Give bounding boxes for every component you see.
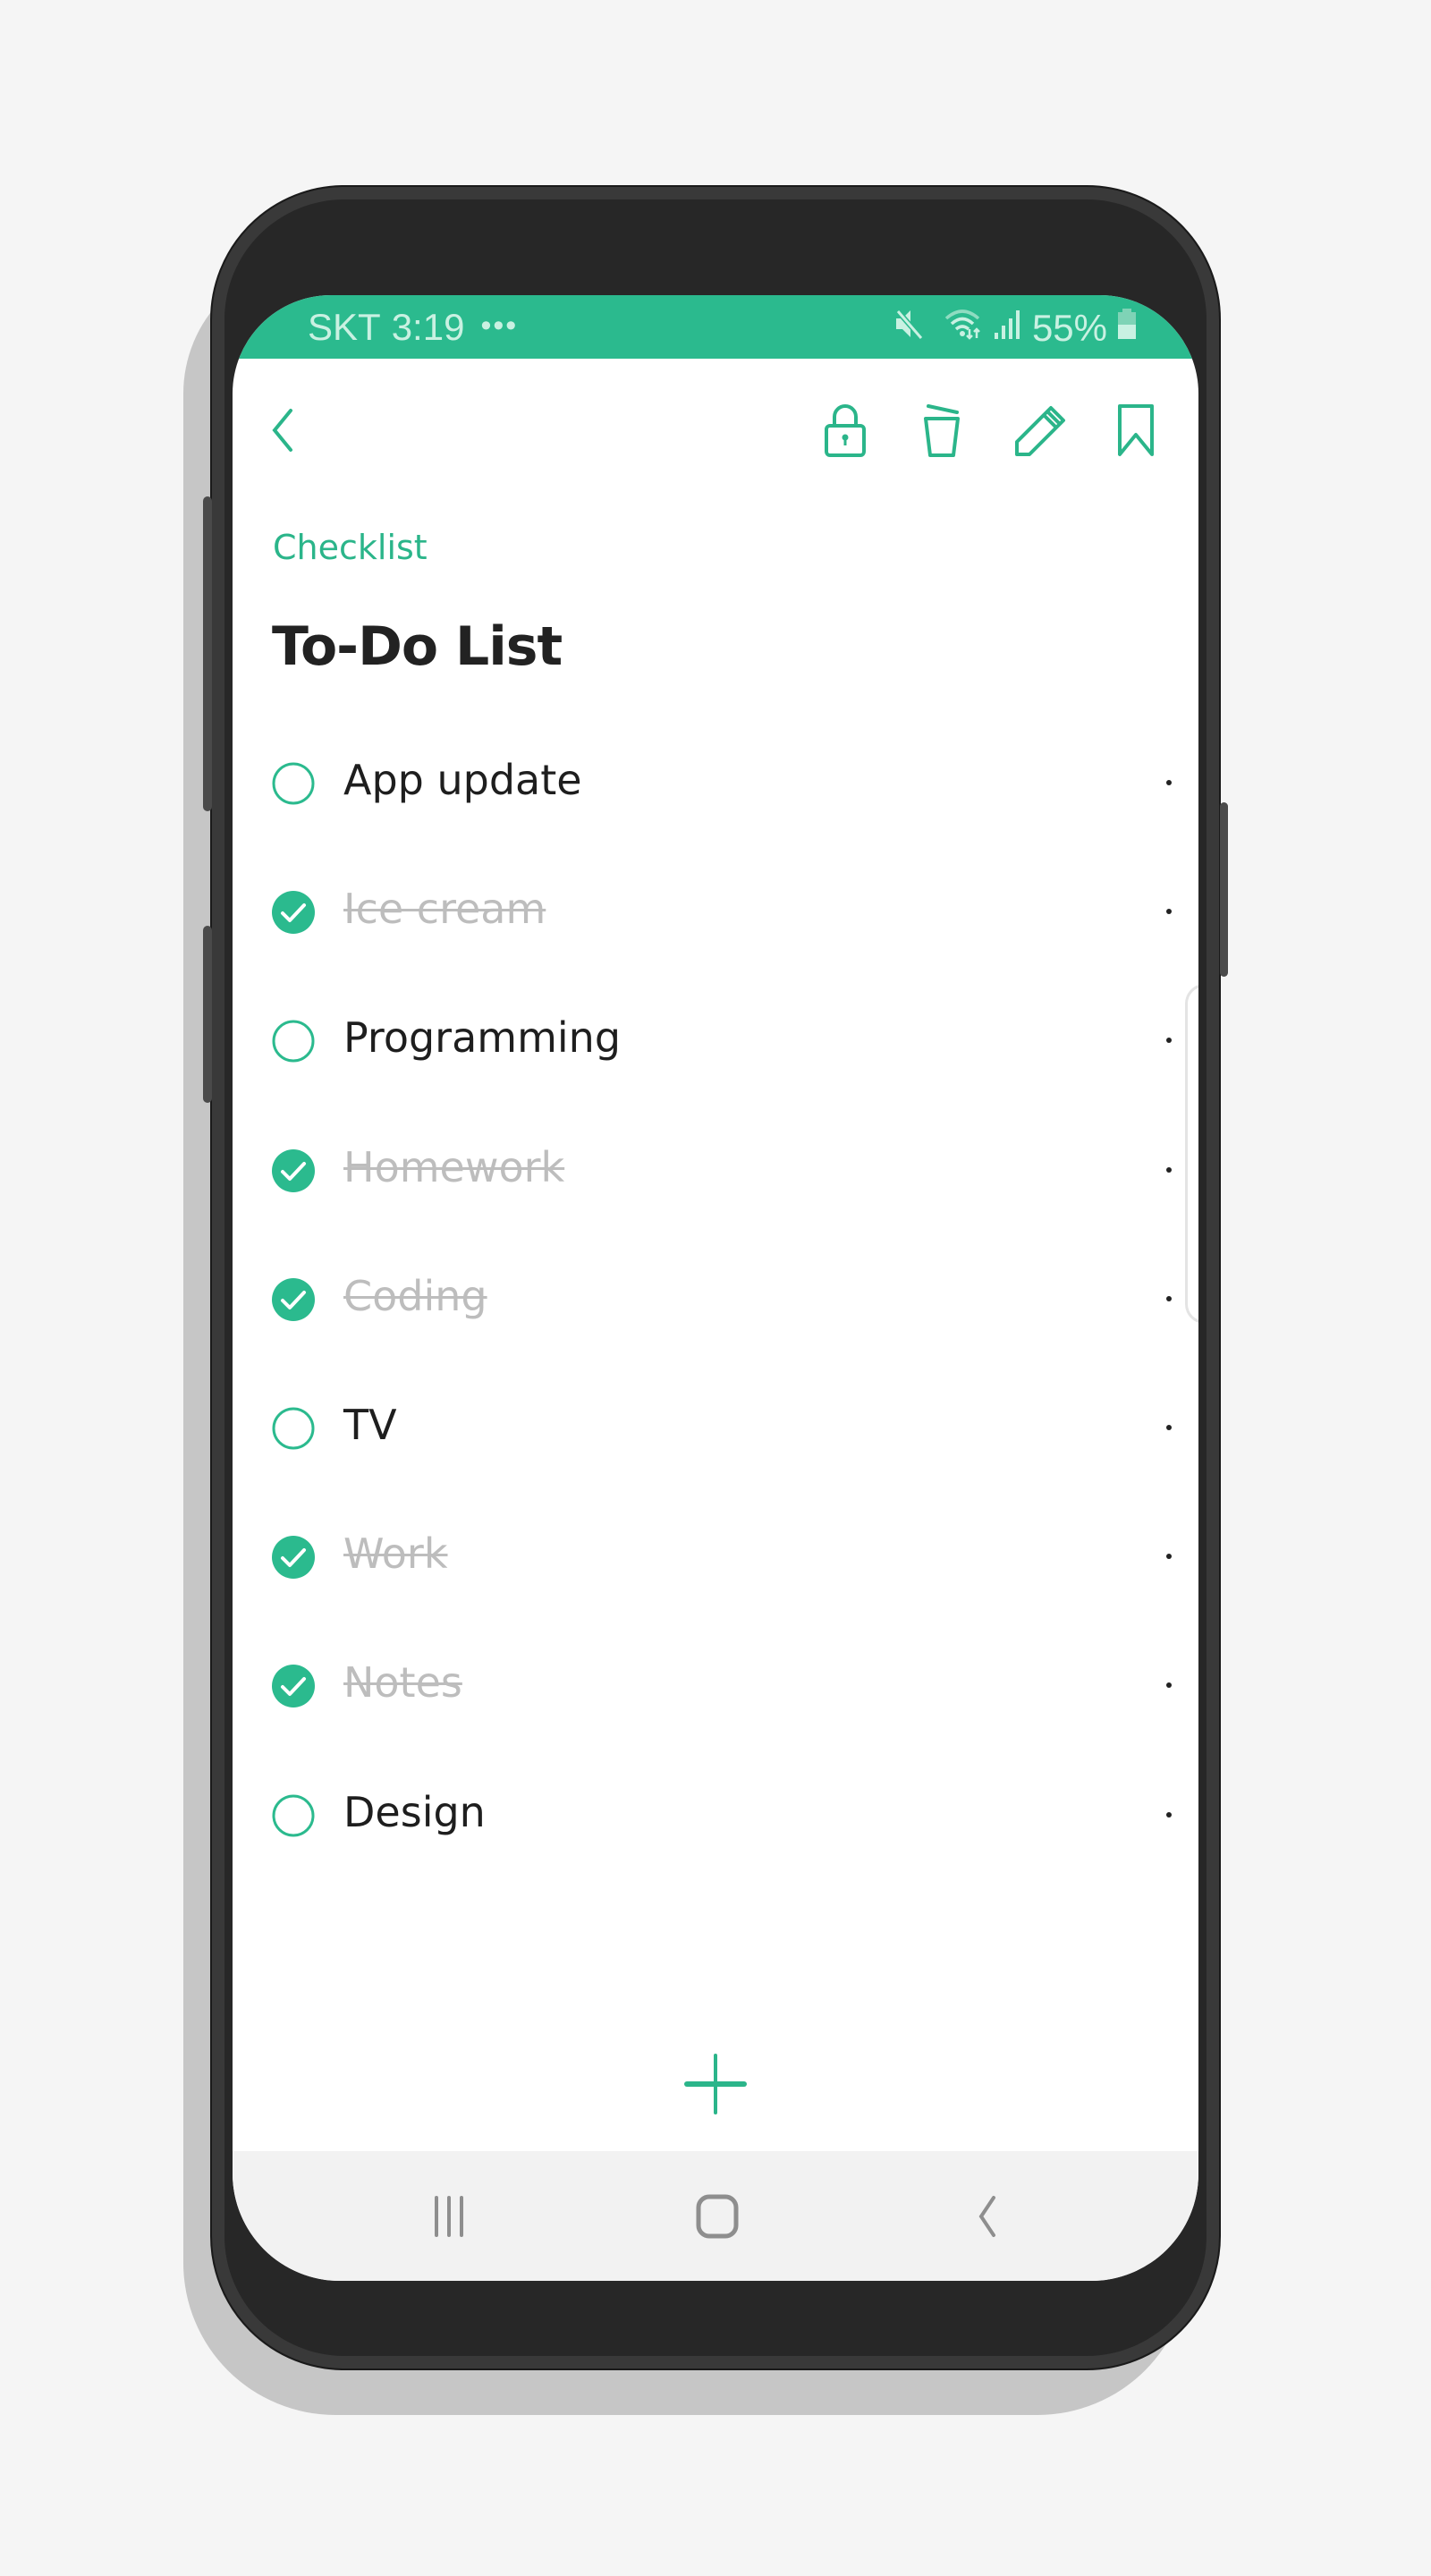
- add-item-button[interactable]: [677, 2048, 754, 2125]
- checklist-item[interactable]: Programming: [233, 978, 1198, 1106]
- checkbox-checked-icon[interactable]: [272, 1665, 315, 1708]
- drag-handle-icon[interactable]: [1166, 1554, 1172, 1560]
- checklist-item[interactable]: Work: [233, 1494, 1198, 1623]
- recent-apps-icon: [431, 2194, 467, 2242]
- item-label[interactable]: Coding: [343, 1272, 487, 1320]
- back-button[interactable]: [246, 394, 318, 466]
- toolbar: [233, 359, 1198, 502]
- drag-handle-icon[interactable]: [1166, 1166, 1172, 1173]
- signal-icon: [993, 306, 1020, 351]
- item-label[interactable]: TV: [343, 1401, 397, 1449]
- battery-percent: 55%: [1031, 307, 1107, 349]
- drag-handle-icon[interactable]: [1166, 1682, 1172, 1689]
- home-button[interactable]: [673, 2178, 762, 2258]
- edge-panel-handle[interactable]: [1185, 984, 1198, 1324]
- checkbox-unchecked-icon[interactable]: [272, 1407, 315, 1450]
- item-label[interactable]: Ice cream: [343, 885, 546, 933]
- status-bar: SKT 3:19 ••• 55%: [233, 295, 1198, 359]
- checklist: App update Ice cream Programming Homewor…: [233, 720, 1198, 1881]
- plus-icon: [684, 2054, 747, 2120]
- checkbox-checked-icon[interactable]: [272, 1148, 315, 1192]
- volume-button[interactable]: [203, 496, 212, 811]
- drag-handle-icon[interactable]: [1166, 1811, 1172, 1818]
- item-label[interactable]: App update: [343, 756, 582, 804]
- bookmark-button[interactable]: [1100, 394, 1172, 466]
- battery-icon: [1116, 306, 1138, 351]
- back-icon: [264, 405, 300, 455]
- checkbox-checked-icon[interactable]: [272, 891, 315, 935]
- lock-icon: [823, 402, 868, 458]
- drag-handle-icon[interactable]: [1166, 1038, 1172, 1044]
- item-label[interactable]: Homework: [343, 1143, 564, 1191]
- clock: 3:19: [391, 306, 465, 348]
- lock-button[interactable]: [809, 394, 881, 466]
- checklist-item[interactable]: App update: [233, 720, 1198, 849]
- checkbox-unchecked-icon[interactable]: [272, 1794, 315, 1837]
- item-label[interactable]: Programming: [343, 1013, 621, 1062]
- item-label[interactable]: Work: [343, 1530, 447, 1578]
- checkbox-checked-icon[interactable]: [272, 1536, 315, 1580]
- delete-button[interactable]: [906, 394, 978, 466]
- more-notifications-icon: •••: [480, 308, 519, 343]
- checkbox-checked-icon[interactable]: [272, 1277, 315, 1321]
- checklist-item[interactable]: Homework: [233, 1107, 1198, 1236]
- bixby-button[interactable]: [203, 926, 212, 1103]
- drag-handle-icon[interactable]: [1166, 1295, 1172, 1301]
- screen: SKT 3:19 ••• 55% Checklist To-Do List Ap…: [233, 295, 1198, 2281]
- mute-icon: [893, 306, 925, 351]
- checklist-item[interactable]: TV: [233, 1365, 1198, 1494]
- wifi-icon: [944, 306, 984, 351]
- edit-icon: [1013, 402, 1069, 458]
- drag-handle-icon[interactable]: [1166, 780, 1172, 785]
- power-button[interactable]: [1220, 802, 1228, 977]
- checklist-item[interactable]: Notes: [233, 1623, 1198, 1751]
- item-label[interactable]: Design: [343, 1788, 486, 1836]
- checkbox-unchecked-icon[interactable]: [272, 762, 315, 805]
- note-title[interactable]: To-Do List: [272, 615, 563, 678]
- drag-handle-icon[interactable]: [1166, 909, 1172, 915]
- checkbox-unchecked-icon[interactable]: [272, 1020, 315, 1063]
- note-category[interactable]: Checklist: [273, 528, 428, 567]
- carrier-label: SKT: [308, 306, 381, 348]
- system-back-button[interactable]: [943, 2178, 1032, 2258]
- home-icon: [695, 2193, 740, 2243]
- item-label[interactable]: Notes: [343, 1658, 462, 1707]
- recent-apps-button[interactable]: [404, 2178, 494, 2258]
- checklist-item[interactable]: Coding: [233, 1236, 1198, 1365]
- drag-handle-icon[interactable]: [1166, 1424, 1172, 1430]
- back-icon: [974, 2194, 1001, 2242]
- navigation-bar: [233, 2151, 1198, 2281]
- checklist-item[interactable]: Ice cream: [233, 849, 1198, 978]
- checklist-item[interactable]: Design: [233, 1752, 1198, 1881]
- bookmark-icon: [1116, 402, 1156, 458]
- edit-button[interactable]: [1005, 394, 1077, 466]
- delete-icon: [921, 402, 962, 458]
